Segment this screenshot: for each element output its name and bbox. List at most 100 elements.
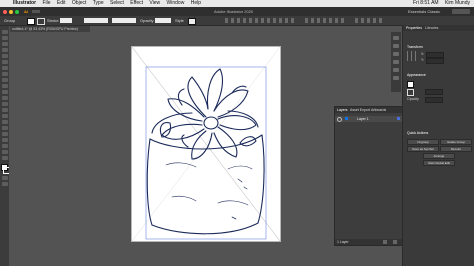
opacity-label[interactable]: Opacity bbox=[140, 16, 154, 25]
scale-tool-icon[interactable] bbox=[1, 102, 8, 106]
minimize-window-button[interactable] bbox=[9, 9, 13, 14]
selection-indicator-icon[interactable] bbox=[397, 117, 400, 120]
appearance-fill-swatch[interactable] bbox=[407, 81, 414, 88]
start-global-edit-button[interactable]: Start Global Edit bbox=[423, 160, 455, 166]
menu-window[interactable]: Window bbox=[167, 0, 185, 7]
shape-builder-tool-icon[interactable] bbox=[1, 120, 8, 124]
transform-controls[interactable] bbox=[305, 18, 345, 23]
new-layer-icon[interactable] bbox=[383, 240, 387, 244]
transform-section-title: Transform bbox=[407, 45, 423, 49]
artboard[interactable] bbox=[131, 46, 281, 242]
y-field[interactable] bbox=[426, 58, 444, 64]
menu-effect[interactable]: Effect bbox=[130, 0, 143, 7]
succulent-sketch-artwork[interactable] bbox=[131, 46, 281, 242]
menu-clock: Fri 8:51 AM bbox=[413, 0, 439, 6]
eye-icon[interactable] bbox=[337, 117, 342, 122]
selection-tool-icon[interactable] bbox=[1, 30, 8, 34]
tab-layers[interactable]: Layers bbox=[337, 108, 348, 112]
free-transform-tool-icon[interactable] bbox=[1, 114, 8, 118]
isolate-group-button[interactable]: Isolate Group bbox=[440, 139, 472, 145]
pen-tool-icon[interactable] bbox=[1, 48, 8, 52]
blend-tool-icon[interactable] bbox=[1, 138, 8, 142]
layers-panel: Layers Asset Export Artboards Layer 1 1 … bbox=[334, 106, 404, 246]
symbols-panel-icon[interactable] bbox=[393, 60, 399, 64]
graphic-style-swatch[interactable] bbox=[188, 18, 196, 25]
menu-user[interactable]: Kim Mundy bbox=[445, 0, 470, 7]
brushes-panel-icon[interactable] bbox=[393, 52, 399, 56]
zoom-window-button[interactable] bbox=[15, 9, 19, 14]
artboard-tool-icon[interactable] bbox=[1, 144, 8, 148]
layer-color-icon bbox=[345, 117, 348, 120]
menu-file[interactable]: File bbox=[42, 0, 50, 7]
width-tool-icon[interactable] bbox=[1, 108, 8, 112]
draw-mode-icon[interactable] bbox=[1, 176, 8, 180]
appearance-opacity-label: Opacity bbox=[407, 97, 419, 101]
opacity-field[interactable] bbox=[155, 18, 171, 23]
tools-panel bbox=[0, 26, 10, 266]
variable-width-profile[interactable] bbox=[84, 18, 108, 23]
mac-menu-bar: Illustrator File Edit Object Type Select… bbox=[0, 0, 474, 7]
paintbrush-tool-icon[interactable] bbox=[1, 78, 8, 82]
rectangle-tool-icon[interactable] bbox=[1, 72, 8, 76]
eraser-tool-icon[interactable] bbox=[1, 90, 8, 94]
fill-swatch[interactable] bbox=[27, 18, 35, 25]
app-bar: Ai Adobe Illustrator 2020 Essentials Cla… bbox=[0, 7, 474, 16]
eyedropper-tool-icon[interactable] bbox=[1, 132, 8, 136]
swatches-panel-icon[interactable] bbox=[393, 44, 399, 48]
type-tool-icon[interactable] bbox=[1, 60, 8, 64]
align-controls[interactable] bbox=[225, 18, 295, 23]
recolor-button[interactable]: Recolor bbox=[440, 146, 472, 152]
menu-object[interactable]: Object bbox=[72, 0, 86, 7]
stroke-weight-field[interactable] bbox=[60, 18, 72, 23]
shaper-tool-icon[interactable] bbox=[1, 84, 8, 88]
tab-asset-export[interactable]: Asset Export bbox=[350, 108, 370, 112]
appearance-stroke-swatch[interactable] bbox=[407, 89, 414, 96]
screen-mode-icon[interactable] bbox=[1, 182, 8, 186]
window-title: Adobe Illustrator 2020 bbox=[214, 9, 254, 14]
tab-libraries[interactable]: Libraries bbox=[425, 26, 438, 30]
opacity-input[interactable] bbox=[425, 97, 443, 103]
arrange-button[interactable]: Arrange bbox=[423, 153, 455, 159]
document-tab-label: untitled-1* @ 53.43% (RGB/GPU Preview) bbox=[12, 27, 78, 31]
hand-tool-icon[interactable] bbox=[1, 150, 8, 154]
direct-selection-tool-icon[interactable] bbox=[1, 36, 8, 40]
stroke-weight-input[interactable] bbox=[425, 89, 443, 95]
close-window-button[interactable] bbox=[3, 9, 7, 14]
menu-select[interactable]: Select bbox=[110, 0, 124, 7]
stroke-label[interactable]: Stroke bbox=[47, 16, 59, 25]
brush-definition[interactable] bbox=[112, 18, 136, 23]
stroke-panel-icon[interactable] bbox=[393, 68, 399, 72]
tab-artboards[interactable]: Artboards bbox=[371, 108, 386, 112]
tab-properties[interactable]: Properties bbox=[406, 26, 422, 30]
menu-app-name[interactable]: Illustrator bbox=[13, 0, 36, 7]
gradient-panel-icon[interactable] bbox=[393, 76, 399, 80]
menu-view[interactable]: View bbox=[149, 0, 160, 7]
line-tool-icon[interactable] bbox=[1, 66, 8, 70]
y-label: Y: bbox=[421, 58, 425, 62]
layer-row[interactable]: Layer 1 bbox=[335, 116, 403, 122]
layers-panel-footer: 1 Layer bbox=[335, 239, 403, 245]
rotate-tool-icon[interactable] bbox=[1, 96, 8, 100]
save-as-symbol-button[interactable]: Save as Symbol bbox=[407, 146, 439, 152]
reference-point-icon[interactable] bbox=[407, 51, 417, 61]
menu-type[interactable]: Type bbox=[93, 0, 104, 7]
curvature-tool-icon[interactable] bbox=[1, 54, 8, 58]
gradient-tool-icon[interactable] bbox=[1, 126, 8, 130]
menu-edit[interactable]: Edit bbox=[57, 0, 66, 7]
color-panel-icon[interactable] bbox=[393, 36, 399, 40]
layer-name[interactable]: Layer 1 bbox=[357, 117, 369, 121]
magic-wand-tool-icon[interactable] bbox=[1, 42, 8, 46]
ungroup-button[interactable]: Ungroup bbox=[407, 139, 439, 145]
arrange-documents-icon[interactable] bbox=[32, 10, 40, 13]
zoom-tool-icon[interactable] bbox=[1, 156, 8, 160]
properties-tabbar: Properties Libraries bbox=[403, 25, 474, 31]
menu-help[interactable]: Help bbox=[191, 0, 201, 7]
stroke-swatch[interactable] bbox=[37, 18, 45, 25]
isolate-controls[interactable] bbox=[355, 18, 385, 23]
search-icon[interactable] bbox=[452, 9, 470, 14]
trash-icon[interactable] bbox=[393, 240, 397, 244]
style-label[interactable]: Style bbox=[175, 16, 184, 25]
workspace-switcher[interactable]: Essentials Classic bbox=[408, 7, 440, 16]
quick-actions-title: Quick Actions bbox=[407, 131, 429, 135]
x-label: X: bbox=[421, 52, 425, 56]
